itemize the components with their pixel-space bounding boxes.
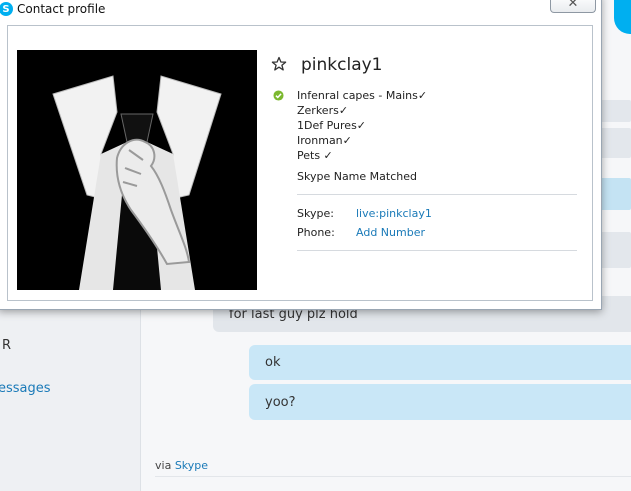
- divider: [297, 194, 577, 195]
- chat-message-text: ok: [265, 355, 281, 370]
- dialog-titlebar[interactable]: S Contact profile ✕: [0, 0, 601, 25]
- background-sidebar-text: R: [2, 338, 12, 353]
- mood-line: 1Def Pures✓: [297, 119, 367, 132]
- close-icon: ✕: [567, 0, 579, 11]
- chat-message-sent: ok: [249, 345, 631, 380]
- divider: [297, 250, 577, 251]
- avatar-image: [17, 50, 257, 290]
- online-check-icon: [273, 90, 284, 101]
- background-divider: [155, 476, 631, 477]
- chat-message-text: yoo?: [265, 394, 296, 410]
- avatar: [17, 50, 257, 290]
- mood-line: Ironman✓: [297, 134, 352, 147]
- via-skype-link[interactable]: Skype: [175, 459, 208, 472]
- add-number-link[interactable]: Add Number: [356, 226, 425, 239]
- skype-name-matched-note: Skype Name Matched: [297, 170, 417, 183]
- via-prefix: via: [155, 459, 172, 472]
- mood-message: Infenral capes - Mains✓ Zerkers✓ 1Def Pu…: [297, 88, 427, 163]
- star-outline-icon[interactable]: [271, 56, 287, 72]
- chat-message-sent: yoo?: [249, 384, 631, 420]
- background-sidebar-messages-link[interactable]: essages: [0, 381, 51, 396]
- mood-line: Zerkers✓: [297, 104, 349, 117]
- mood-line: Pets ✓: [297, 149, 333, 162]
- skype-field-label: Skype:: [297, 207, 334, 220]
- via-skype-note: via Skype: [155, 459, 208, 472]
- window-title: Contact profile: [17, 2, 106, 16]
- phone-field-label: Phone:: [297, 226, 335, 239]
- contact-name: pinkclay1: [301, 55, 383, 75]
- close-button[interactable]: ✕: [550, 0, 596, 13]
- skype-logo-icon: S: [0, 2, 13, 16]
- mood-line: Infenral capes - Mains✓: [297, 89, 428, 102]
- skype-id-link[interactable]: live:pinkclay1: [356, 207, 432, 220]
